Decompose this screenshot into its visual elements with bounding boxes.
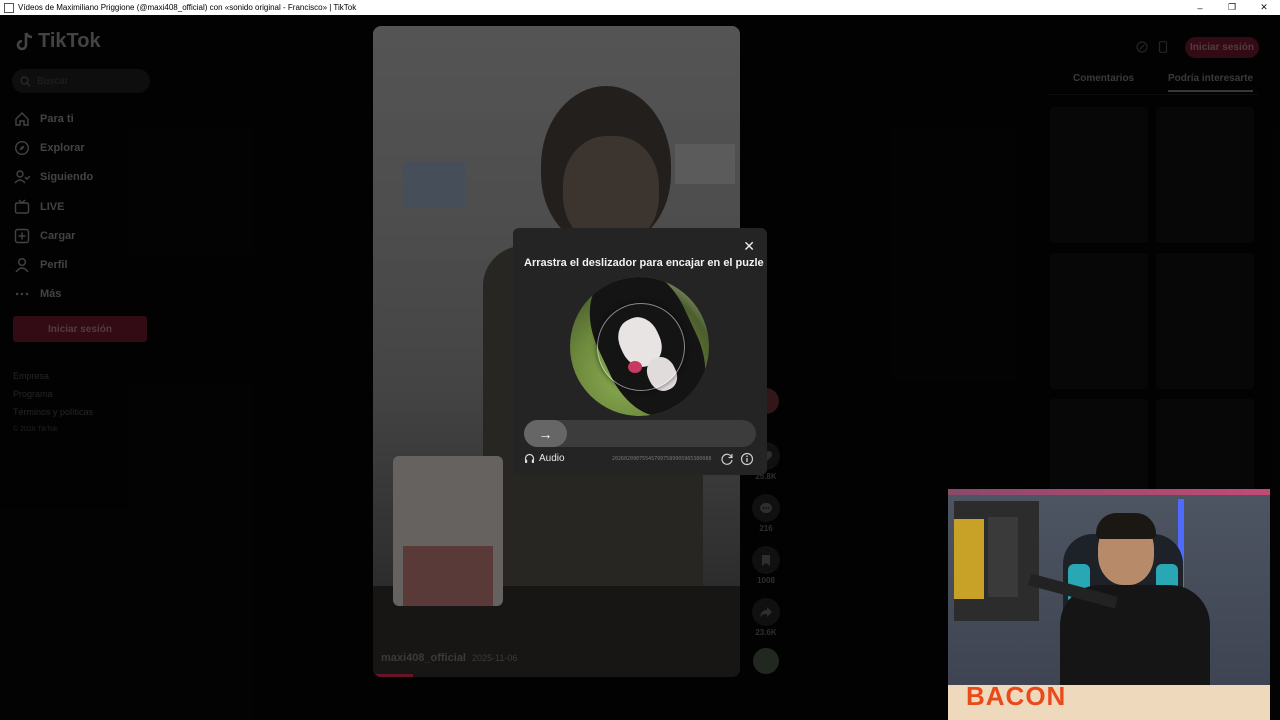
sidebar-nav: Para ti Explorar Siguiendo LIVE Cargar P… xyxy=(14,104,154,309)
arrow-right-icon: → xyxy=(538,425,553,442)
window-title: Vídeos de Maximiliano Priggione (@maxi40… xyxy=(18,3,357,12)
comment-action[interactable]: 216 xyxy=(752,494,780,533)
copyright: © 2026 TikTok xyxy=(13,426,58,433)
info-icon[interactable] xyxy=(740,452,754,466)
sidebar-item-label: LIVE xyxy=(40,200,65,213)
more-icon xyxy=(15,293,29,296)
sidebar-login-button[interactable]: Iniciar sesión xyxy=(13,316,147,342)
headphones-icon xyxy=(524,453,535,463)
search-icon xyxy=(20,75,31,86)
jersey-yellow xyxy=(954,519,984,599)
footer-link-programa[interactable]: Programa xyxy=(13,388,93,406)
captcha-puzzle-image xyxy=(570,277,709,416)
sidebar-item-label: Explorar xyxy=(40,141,85,154)
jersey-dark xyxy=(988,517,1018,597)
video-bag xyxy=(403,546,493,606)
share-count: 23.6K xyxy=(755,628,777,637)
bookmark-icon xyxy=(752,546,780,574)
app-icon xyxy=(4,2,14,13)
sidebar-item-label: Perfil xyxy=(40,259,68,272)
captcha-code: 2026020907554S7997589905965380088 xyxy=(612,456,712,462)
tiktok-logo[interactable]: TikTok xyxy=(16,30,101,53)
captcha-slider-track[interactable]: → xyxy=(524,420,756,447)
video-progress-bar[interactable] xyxy=(373,674,413,677)
upload-icon xyxy=(14,228,30,244)
captcha-slider-handle[interactable]: → xyxy=(524,420,567,447)
minimize-button[interactable]: – xyxy=(1184,0,1216,15)
suggested-video-thumb[interactable] xyxy=(1156,253,1254,389)
window-titlebar: Vídeos de Maximiliano Priggione (@maxi40… xyxy=(0,0,1280,15)
suggested-video-thumb[interactable] xyxy=(1050,253,1148,389)
footer-link-empresa[interactable]: Empresa xyxy=(13,370,93,388)
sound-avatar[interactable] xyxy=(752,648,780,674)
video-wall-poster xyxy=(403,162,465,208)
captcha-close-button[interactable]: ✕ xyxy=(743,238,755,255)
header-login-button[interactable]: Iniciar sesión xyxy=(1185,37,1259,58)
sidebar-item-mas[interactable]: Más xyxy=(14,280,154,309)
search-input[interactable]: Buscar xyxy=(12,69,150,93)
sidebar-item-label: Para ti xyxy=(40,112,74,125)
share-action[interactable]: 23.6K xyxy=(752,598,780,637)
suggested-video-thumb[interactable] xyxy=(1156,107,1254,243)
sidebar-item-explorar[interactable]: Explorar xyxy=(14,133,154,162)
streamer-hair xyxy=(1096,513,1156,539)
close-window-button[interactable]: ✕ xyxy=(1248,0,1280,15)
comment-icon xyxy=(752,494,780,522)
captcha-puzzle-piece xyxy=(597,303,685,391)
save-action[interactable]: 1008 xyxy=(752,546,780,585)
device-icon[interactable] xyxy=(1154,38,1172,56)
webcam-overlay: BACON xyxy=(948,489,1270,720)
video-wall-meter xyxy=(675,144,735,184)
sidebar-item-live[interactable]: LIVE xyxy=(14,192,154,221)
video-meta: maxi408_official 2025-11-06 xyxy=(381,652,517,664)
sidebar-item-label: Más xyxy=(40,288,62,301)
profile-icon xyxy=(15,258,29,273)
sidebar-item-label: Cargar xyxy=(40,229,76,242)
suggested-video-thumb[interactable] xyxy=(1050,107,1148,243)
tiktok-note-icon xyxy=(16,31,33,50)
logo-text: TikTok xyxy=(38,30,101,52)
tab-podria-interesarte[interactable]: Podría interesarte xyxy=(1168,73,1254,92)
video-author[interactable]: maxi408_official xyxy=(381,652,466,664)
footer-link-terminos[interactable]: Términos y políticas xyxy=(13,406,93,424)
banner-text: BACON xyxy=(966,681,1067,711)
following-icon xyxy=(14,170,30,184)
home-icon xyxy=(15,111,29,126)
sidebar-item-para-ti[interactable]: Para ti xyxy=(14,104,154,133)
sidebar-item-cargar[interactable]: Cargar xyxy=(14,221,154,250)
tab-comentarios[interactable]: Comentarios xyxy=(1073,73,1134,84)
share-icon xyxy=(752,598,780,626)
refresh-icon[interactable] xyxy=(720,452,734,466)
save-count: 1008 xyxy=(757,576,775,585)
search-placeholder: Buscar xyxy=(37,75,69,87)
right-panel-tabs: Comentarios Podría interesarte xyxy=(1048,68,1258,95)
music-disc-icon xyxy=(753,648,779,674)
captcha-title: Arrastra el deslizador para encajar en e… xyxy=(524,257,764,269)
sidebar-footer: Empresa Programa Términos y políticas © … xyxy=(13,370,93,442)
sidebar-item-perfil[interactable]: Perfil xyxy=(14,250,154,279)
comment-count: 216 xyxy=(759,524,773,533)
coin-icon[interactable] xyxy=(1133,38,1151,56)
restore-button[interactable]: ❐ xyxy=(1216,0,1248,15)
captcha-audio-label: Audio xyxy=(539,453,565,464)
compass-icon xyxy=(14,140,30,155)
video-date: 2025-11-06 xyxy=(472,653,518,663)
captcha-audio-button[interactable]: Audio xyxy=(524,453,565,464)
captcha-dialog: ✕ Arrastra el deslizador para encajar en… xyxy=(513,228,767,475)
sidebar-item-siguiendo[interactable]: Siguiendo xyxy=(14,163,154,192)
sidebar-item-label: Siguiendo xyxy=(40,171,94,184)
live-icon xyxy=(14,199,30,214)
